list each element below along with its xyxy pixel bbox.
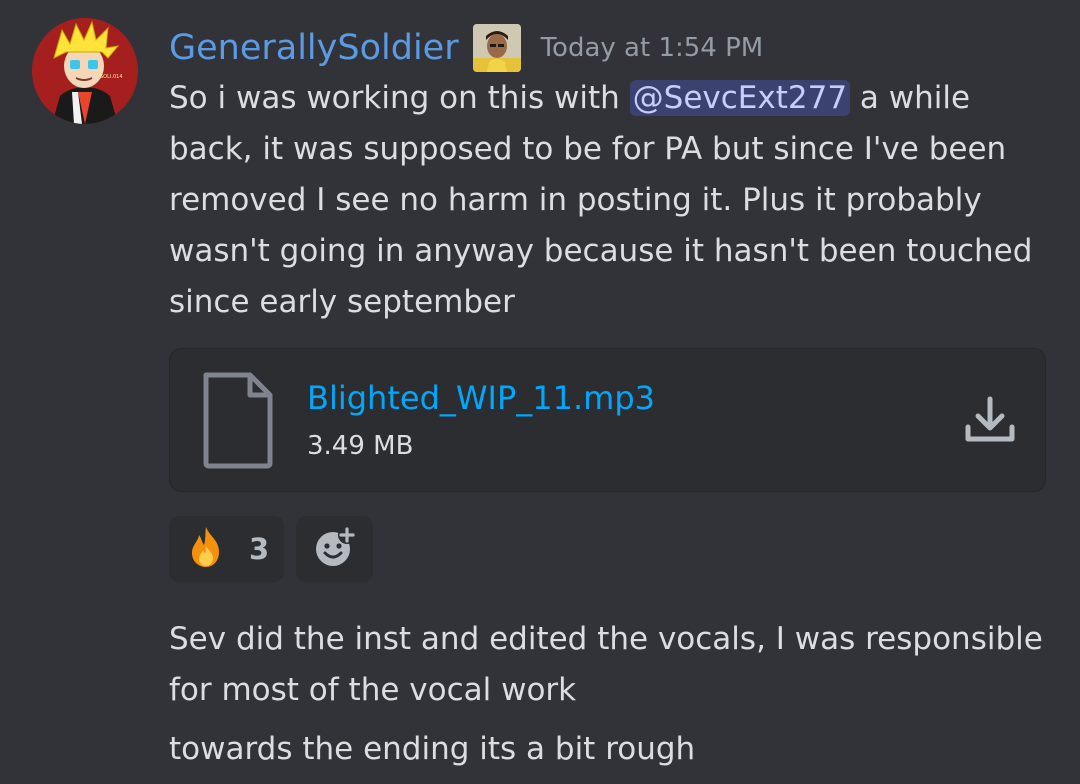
add-reaction-button[interactable] (296, 516, 373, 582)
user-avatar[interactable]: SOLI.014 (32, 18, 138, 124)
message-text-start: So i was working on this with (169, 80, 630, 116)
reaction-count: 3 (249, 532, 270, 566)
message-text-end: a while back, it was supposed to be for … (169, 80, 1033, 320)
avatar-image: SOLI.014 (32, 18, 138, 124)
reaction-fire[interactable]: 3 (169, 516, 284, 582)
reactions-bar: 3 (169, 516, 373, 582)
message-content: So i was working on this with @SevcExt27… (169, 73, 1049, 328)
followup-message-1: Sev did the inst and edited the vocals, … (169, 621, 1043, 708)
download-icon[interactable] (962, 393, 1018, 453)
message-timestamp: Today at 1:54 PM (540, 33, 764, 63)
user-mention[interactable]: @SevcExt277 (629, 80, 851, 116)
file-size: 3.49 MB (307, 431, 414, 461)
file-icon (200, 371, 274, 473)
followup-message-2: towards the ending its a bit rough (169, 731, 696, 767)
message-header: GenerallySoldier Today at 1:54 PM (169, 24, 763, 72)
add-reaction-icon (313, 525, 357, 573)
chat-message: SOLI.014 GenerallySoldier Today at 1:54 … (0, 0, 1080, 784)
svg-text:SOLI.014: SOLI.014 (100, 74, 123, 80)
file-attachment: Blighted_WIP_11.mp3 3.49 MB (169, 348, 1046, 492)
role-badge-icon[interactable] (472, 24, 521, 72)
author-name[interactable]: GenerallySoldier (169, 28, 459, 68)
file-name-link[interactable]: Blighted_WIP_11.mp3 (307, 379, 655, 417)
fire-emoji-icon (183, 524, 229, 574)
